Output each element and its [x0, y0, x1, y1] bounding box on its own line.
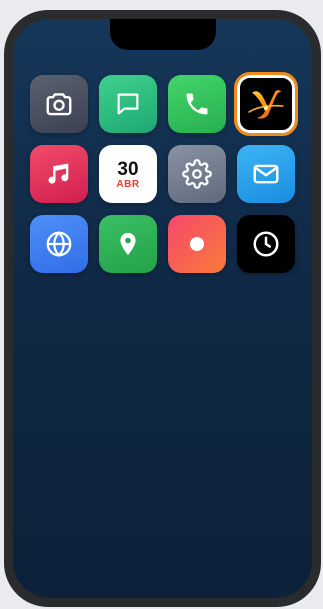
music-app[interactable] [30, 145, 88, 203]
custom-app[interactable] [234, 72, 298, 136]
clock-app[interactable] [237, 215, 295, 273]
map-pin-icon [120, 232, 136, 256]
envelope-icon [253, 164, 279, 184]
browser-app[interactable] [30, 215, 88, 273]
chat-bubble-icon [117, 93, 139, 115]
calendar-day: 30 [117, 158, 139, 180]
maps-app[interactable] [99, 215, 157, 273]
camera-icon [46, 93, 72, 116]
music-note-icon [48, 163, 69, 184]
recorder-app[interactable] [168, 215, 226, 273]
record-dot-icon [190, 237, 204, 251]
app-grid: 30 ABR [30, 72, 298, 273]
phone-frame: 30 ABR [4, 10, 321, 607]
mail-app[interactable] [237, 145, 295, 203]
camera-app[interactable] [30, 75, 88, 133]
phone-app[interactable] [168, 75, 226, 133]
notch [109, 19, 216, 50]
clock-icon [253, 231, 279, 257]
settings-app[interactable] [168, 145, 226, 203]
gear-icon [182, 159, 212, 189]
phone-handset-icon [186, 93, 208, 115]
calendar-month: ABR [116, 178, 140, 190]
calendar-app[interactable]: 30 ABR [99, 145, 157, 203]
stylized-y-logo-icon [248, 90, 284, 119]
globe-icon [46, 231, 72, 257]
messages-app[interactable] [99, 75, 157, 133]
home-screen: 30 ABR [13, 19, 312, 598]
